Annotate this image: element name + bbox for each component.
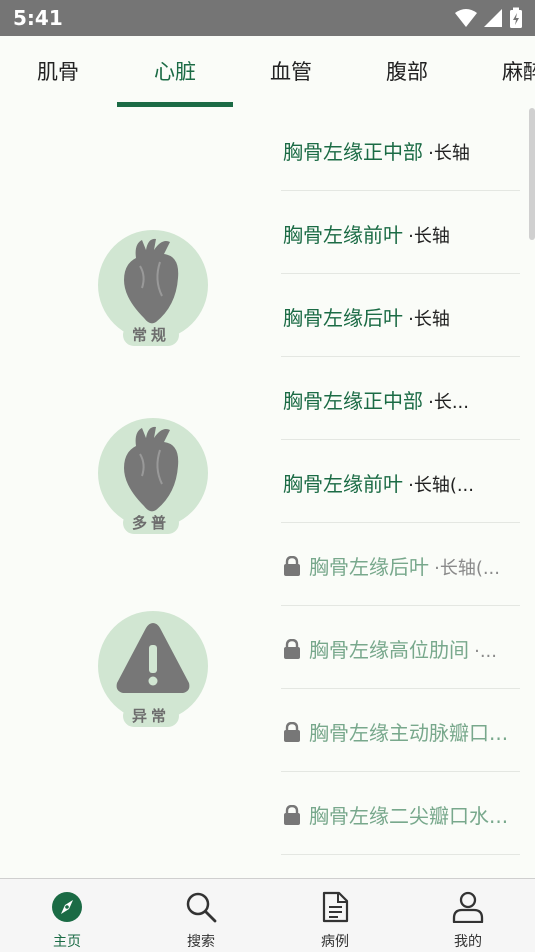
- warning-icon: [116, 623, 190, 693]
- list-item-locked[interactable]: 胸骨左缘二尖瓣口水...: [281, 772, 520, 855]
- wifi-icon: [455, 9, 477, 27]
- nav-cases[interactable]: 病例: [268, 879, 402, 952]
- bottom-nav: 主页 搜索 病例 我的: [0, 878, 535, 952]
- list-item[interactable]: 胸骨左缘前叶 ·长轴: [281, 191, 520, 274]
- item-title: 胸骨左缘后叶: [283, 306, 403, 330]
- category-abnormal[interactable]: 异常: [98, 611, 208, 727]
- list-item[interactable]: 胸骨左缘后叶 ·长轴: [281, 274, 520, 357]
- view-list: 胸骨左缘正中部 ·长轴 胸骨左缘前叶 ·长轴 胸骨左缘后叶 ·长轴 胸骨左缘正中…: [281, 108, 520, 855]
- search-icon: [186, 892, 217, 923]
- lock-icon: [284, 556, 300, 576]
- item-subtitle: ·长轴(...: [408, 475, 475, 496]
- item-title: 胸骨左缘正中部: [283, 389, 423, 413]
- battery-icon: [510, 7, 522, 28]
- lock-icon: [284, 639, 300, 659]
- compass-icon: [52, 892, 82, 922]
- item-title: 胸骨左缘前叶: [283, 472, 403, 496]
- status-bar: 5:41: [0, 0, 535, 36]
- category-label: 多普: [123, 512, 179, 534]
- heart-icon: [124, 426, 179, 512]
- item-subtitle: ·长...: [428, 392, 469, 413]
- item-title: 胸骨左缘二尖瓣口水...: [309, 804, 509, 828]
- nav-search[interactable]: 搜索: [134, 879, 268, 952]
- category-doppler[interactable]: 多普: [98, 418, 208, 534]
- category-tabs: 肌骨 心脏 血管 腹部 麻醉: [0, 36, 535, 108]
- document-icon: [322, 891, 349, 923]
- status-icons: [455, 7, 523, 29]
- active-tab-indicator: [117, 102, 233, 107]
- nav-label: 病例: [321, 934, 349, 950]
- signal-icon: [484, 9, 502, 27]
- lock-icon: [284, 805, 300, 825]
- nav-label: 搜索: [187, 934, 215, 950]
- nav-profile[interactable]: 我的: [401, 879, 535, 952]
- item-title: 胸骨左缘高位肋间: [309, 638, 469, 662]
- nav-home[interactable]: 主页: [0, 879, 134, 952]
- tab-musculoskeletal[interactable]: 肌骨: [0, 36, 116, 108]
- item-subtitle: ·...: [474, 641, 497, 662]
- nav-label: 我的: [454, 934, 482, 950]
- tab-anesthesia[interactable]: 麻醉: [465, 36, 535, 108]
- item-title: 胸骨左缘后叶: [309, 555, 429, 579]
- list-item-locked[interactable]: 胸骨左缘主动脉瓣口...: [281, 689, 520, 772]
- item-subtitle: ·长轴: [408, 309, 450, 330]
- category-label: 异常: [123, 705, 179, 727]
- category-label: 常规: [123, 324, 179, 346]
- item-subtitle: ·长轴: [428, 143, 470, 164]
- item-subtitle: ·长轴(...: [434, 558, 501, 579]
- heart-icon: [124, 238, 179, 324]
- person-icon: [452, 891, 484, 923]
- scrollbar[interactable]: [529, 108, 535, 240]
- tab-vascular[interactable]: 血管: [233, 36, 349, 108]
- lock-icon: [284, 722, 300, 742]
- list-item-locked[interactable]: 胸骨左缘后叶 ·长轴(...: [281, 523, 520, 606]
- nav-label: 主页: [53, 934, 81, 950]
- list-item[interactable]: 胸骨左缘正中部 ·长轴: [281, 108, 520, 191]
- item-subtitle: ·长轴: [408, 226, 450, 247]
- category-routine[interactable]: 常规: [98, 230, 208, 346]
- tab-abdomen[interactable]: 腹部: [349, 36, 465, 108]
- item-title: 胸骨左缘正中部: [283, 140, 423, 164]
- tab-heart[interactable]: 心脏: [117, 36, 233, 108]
- list-item[interactable]: 胸骨左缘前叶 ·长轴(...: [281, 440, 520, 523]
- list-item-locked[interactable]: 胸骨左缘高位肋间 ·...: [281, 606, 520, 689]
- item-title: 胸骨左缘前叶: [283, 223, 403, 247]
- item-title: 胸骨左缘主动脉瓣口...: [309, 721, 509, 745]
- status-time: 5:41: [13, 6, 63, 30]
- list-item[interactable]: 胸骨左缘正中部 ·长...: [281, 357, 520, 440]
